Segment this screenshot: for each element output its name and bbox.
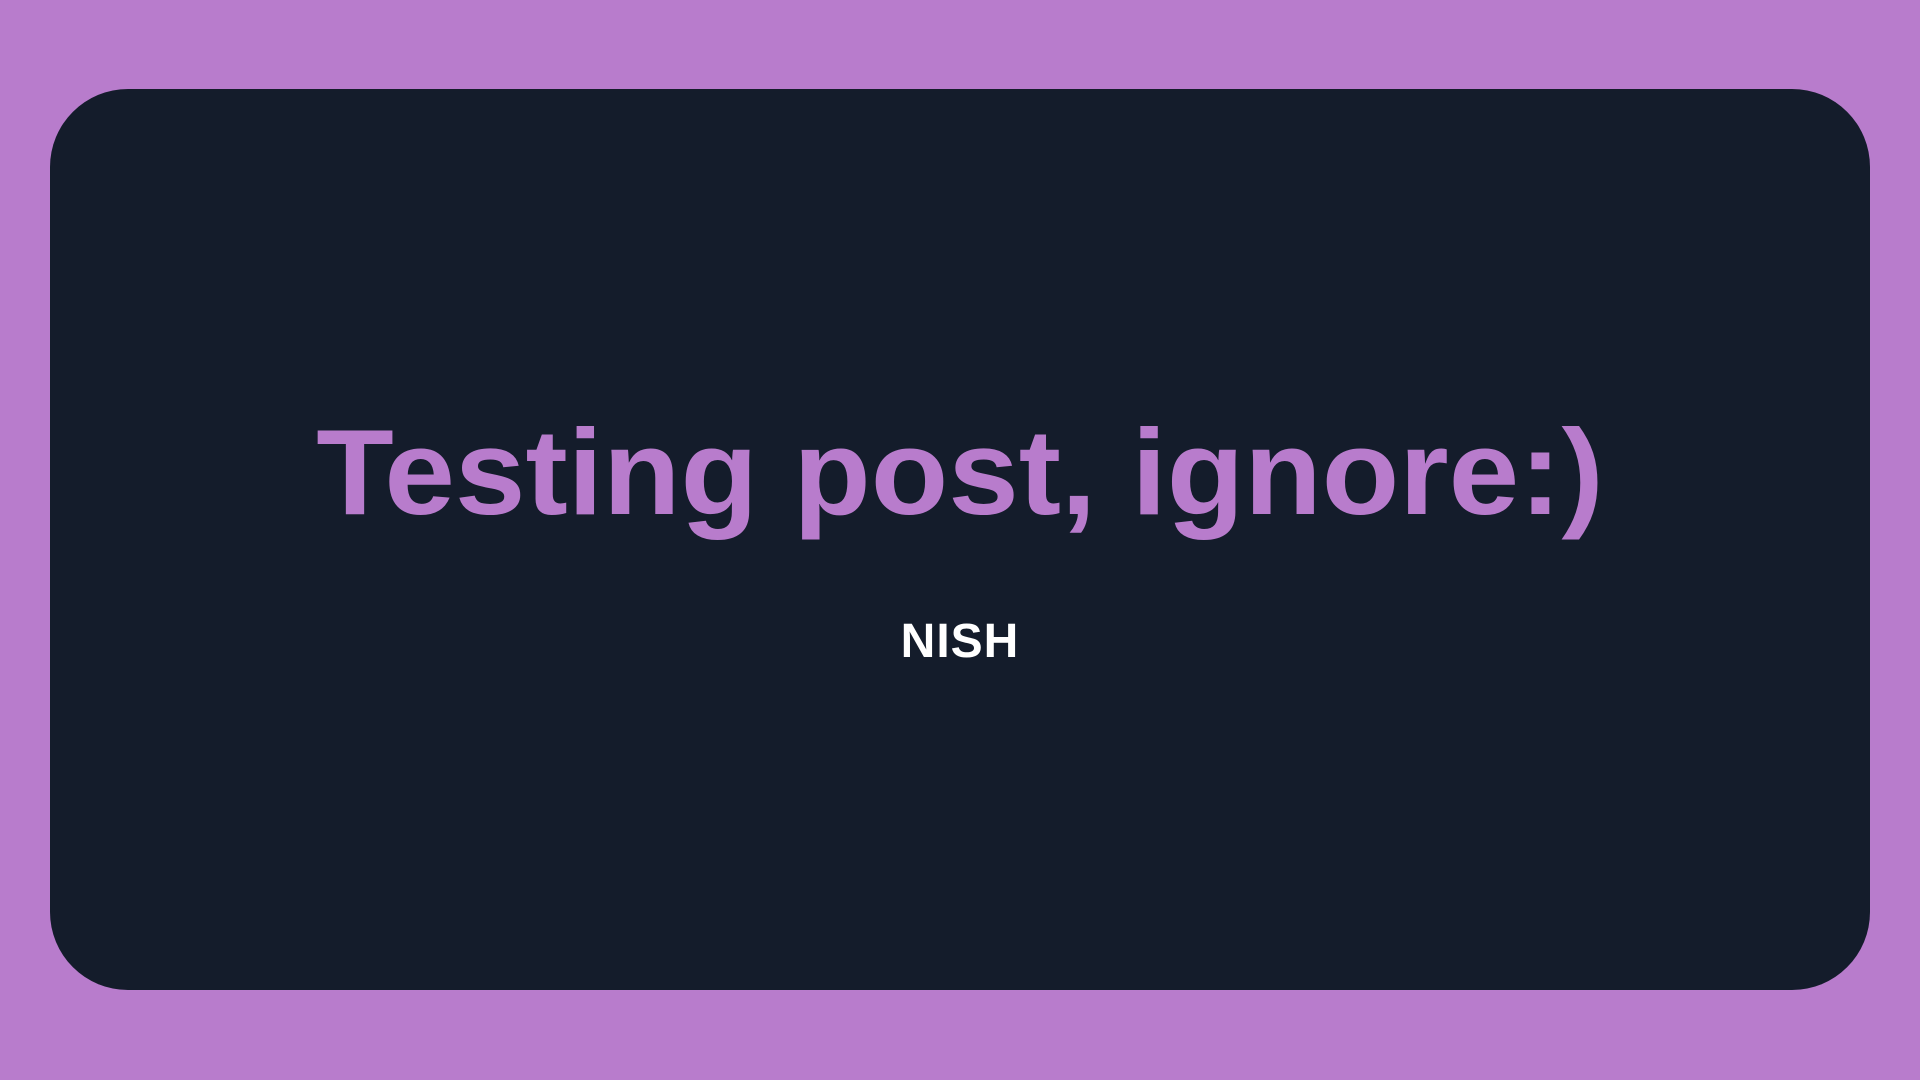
author-name: NISH (900, 615, 1020, 669)
page-background: { "card": { "title": "Testing post, igno… (0, 0, 1920, 1080)
post-card: Testing post, ignore:) NISH (50, 89, 1870, 990)
post-title: Testing post, ignore:) (316, 403, 1604, 540)
